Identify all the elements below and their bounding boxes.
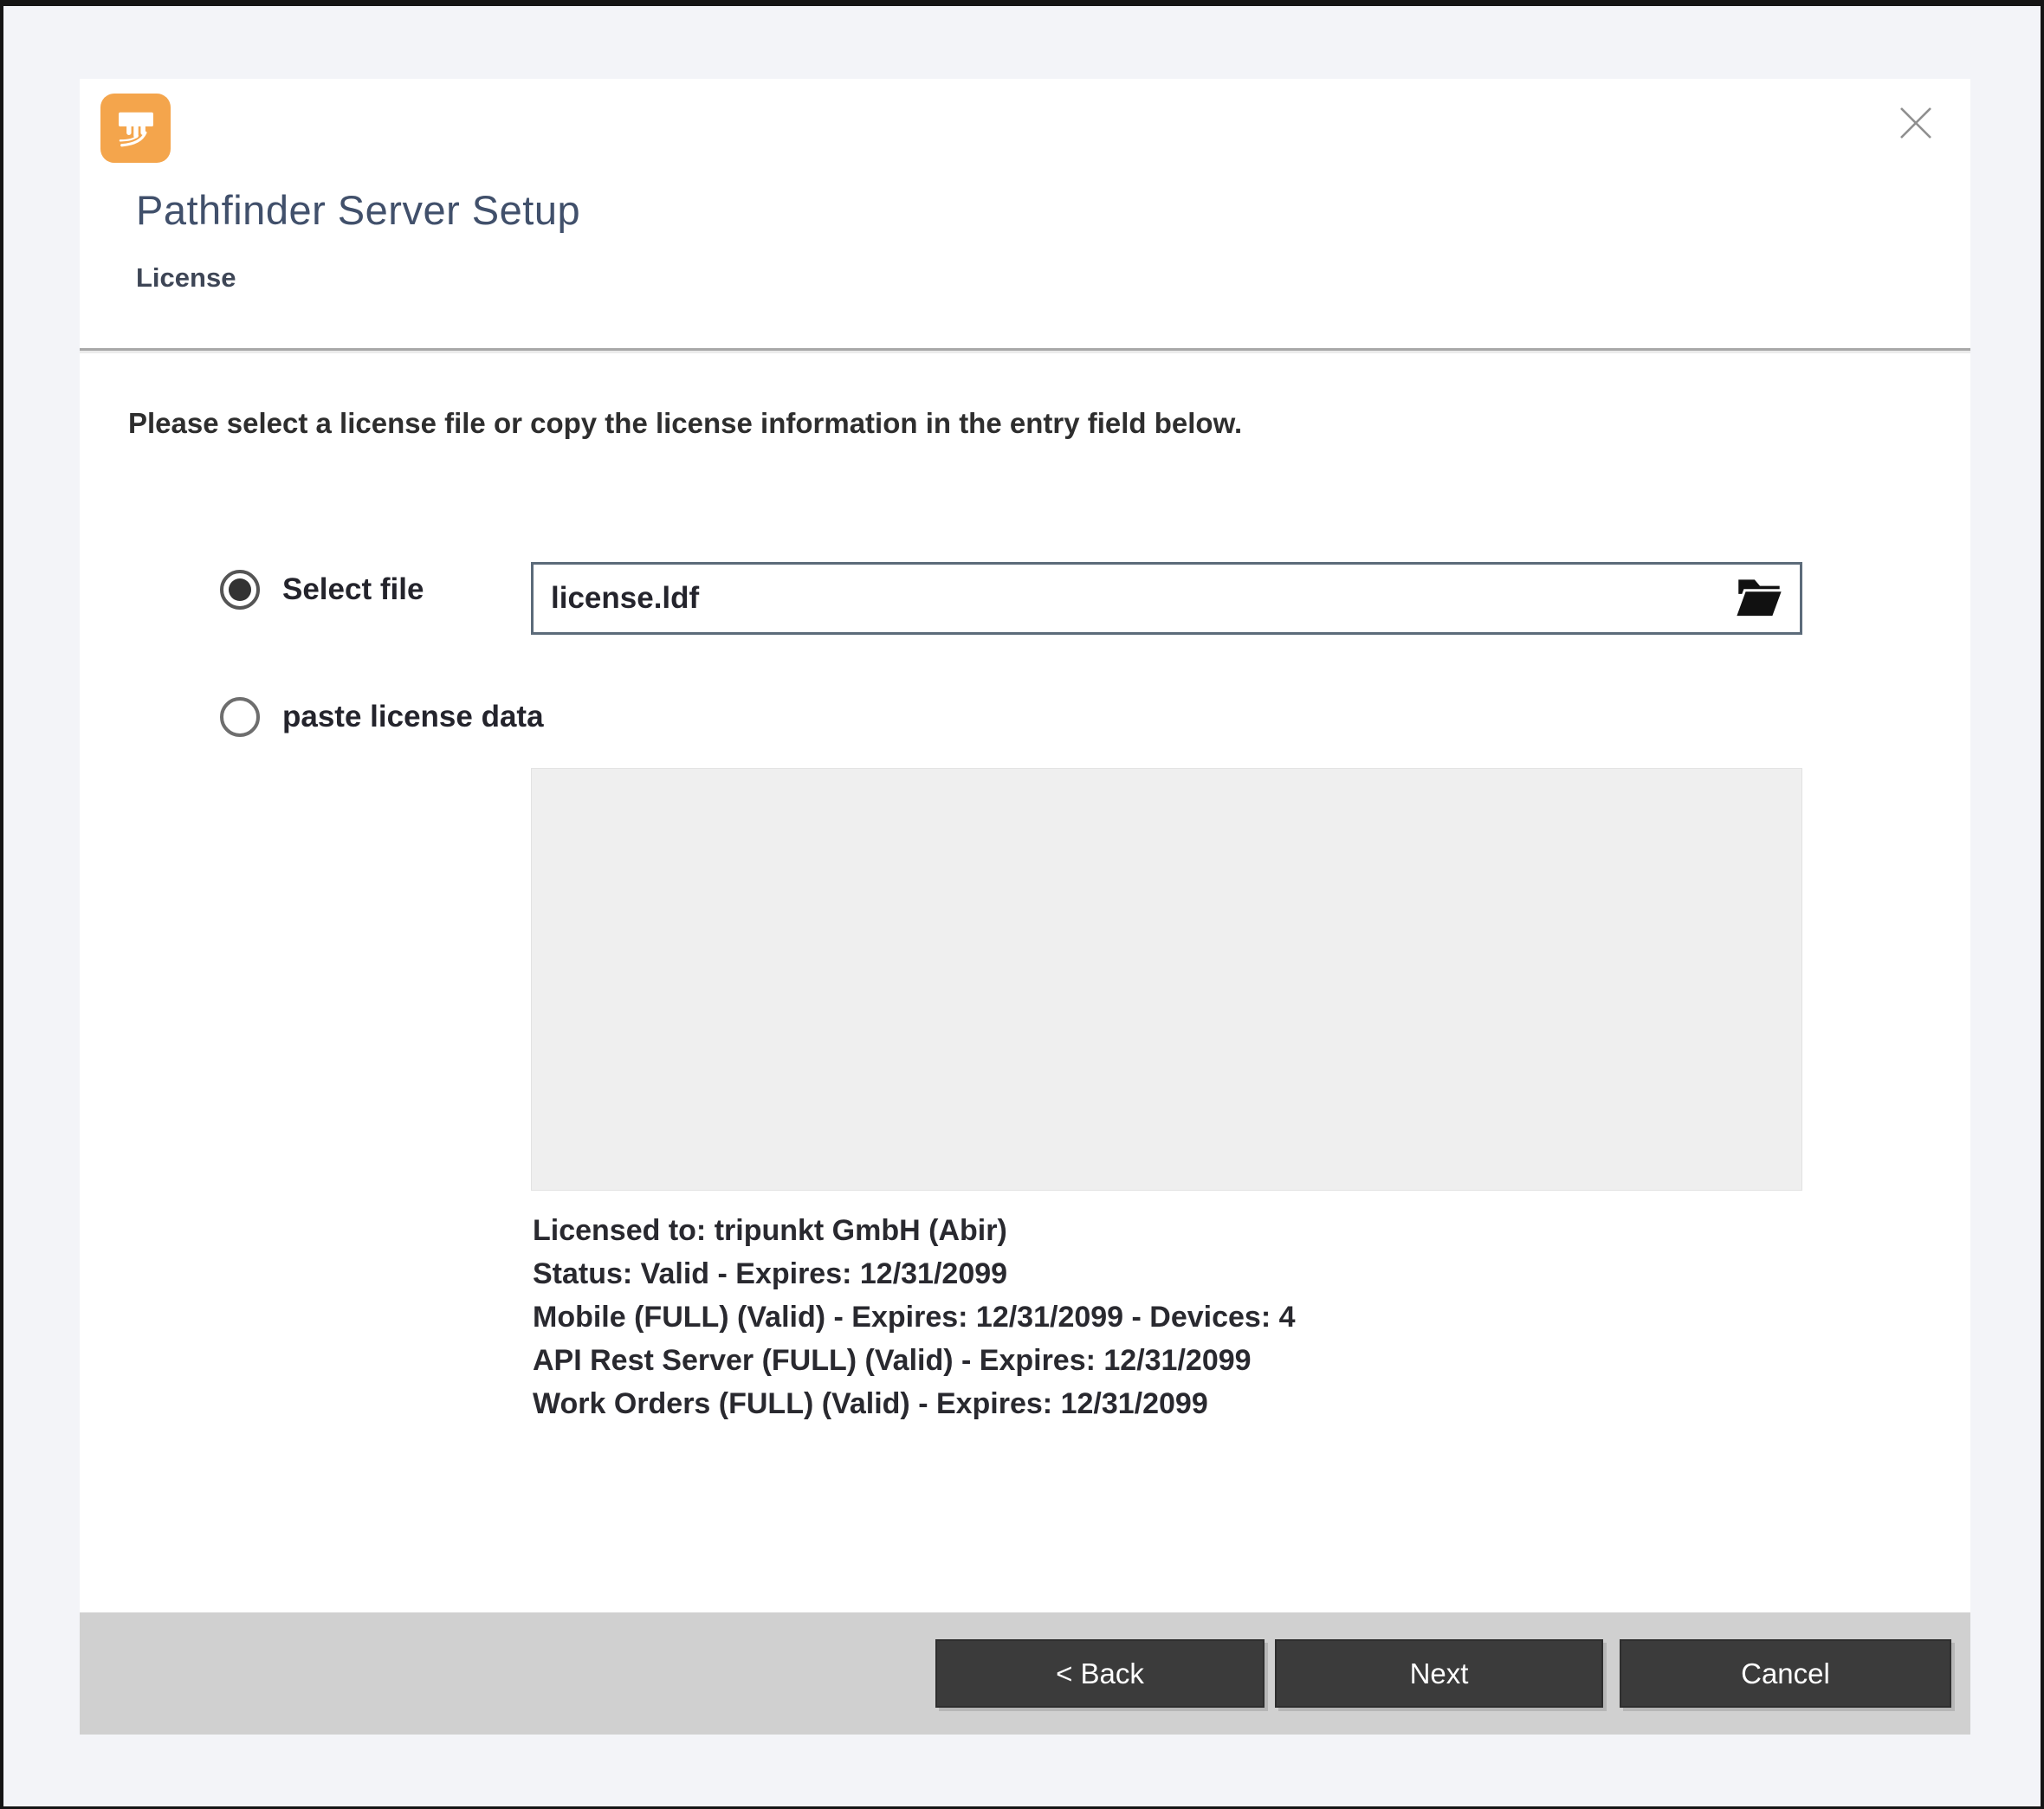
license-info-line: Work Orders (FULL) (Valid) - Expires: 12…: [533, 1382, 1296, 1425]
license-data-textarea[interactable]: [531, 768, 1802, 1191]
screen-background: Pathfinder Server Setup License Please s…: [0, 0, 2044, 1809]
license-file-input[interactable]: [534, 565, 1720, 632]
close-button[interactable]: [1886, 96, 1945, 152]
next-button[interactable]: Next: [1275, 1639, 1603, 1708]
license-file-field: [531, 562, 1802, 635]
license-info-line: API Rest Server (FULL) (Valid) - Expires…: [533, 1339, 1296, 1382]
instruction-text: Please select a license file or copy the…: [128, 407, 1242, 440]
browse-button[interactable]: [1720, 565, 1800, 632]
setup-dialog: Pathfinder Server Setup License Please s…: [80, 79, 1970, 1735]
radio-unselected-icon: [220, 697, 260, 737]
footer-bar: < Back Next Cancel: [80, 1612, 1970, 1735]
header-divider: [80, 348, 1970, 351]
folder-open-icon: [1731, 571, 1788, 627]
license-info-line: Licensed to: tripunkt GmbH (Abir): [533, 1209, 1296, 1252]
back-button[interactable]: < Back: [935, 1639, 1265, 1708]
paste-license-radio[interactable]: paste license data: [220, 697, 544, 737]
license-info-line: Status: Valid - Expires: 12/31/2099: [533, 1252, 1296, 1295]
select-file-label: Select file: [282, 572, 424, 607]
app-logo: [100, 94, 171, 163]
page-subtitle: License: [136, 262, 236, 294]
paste-license-label: paste license data: [282, 700, 544, 734]
radio-dot: [229, 578, 251, 601]
close-icon: [1898, 106, 1934, 143]
radio-selected-icon: [220, 570, 260, 610]
license-info-line: Mobile (FULL) (Valid) - Expires: 12/31/2…: [533, 1295, 1296, 1339]
page-title: Pathfinder Server Setup: [136, 186, 580, 234]
pathfinder-logo-icon: [111, 101, 161, 156]
select-file-radio[interactable]: Select file: [220, 570, 424, 610]
cancel-button[interactable]: Cancel: [1620, 1639, 1951, 1708]
license-info-block: Licensed to: tripunkt GmbH (Abir) Status…: [533, 1209, 1296, 1425]
